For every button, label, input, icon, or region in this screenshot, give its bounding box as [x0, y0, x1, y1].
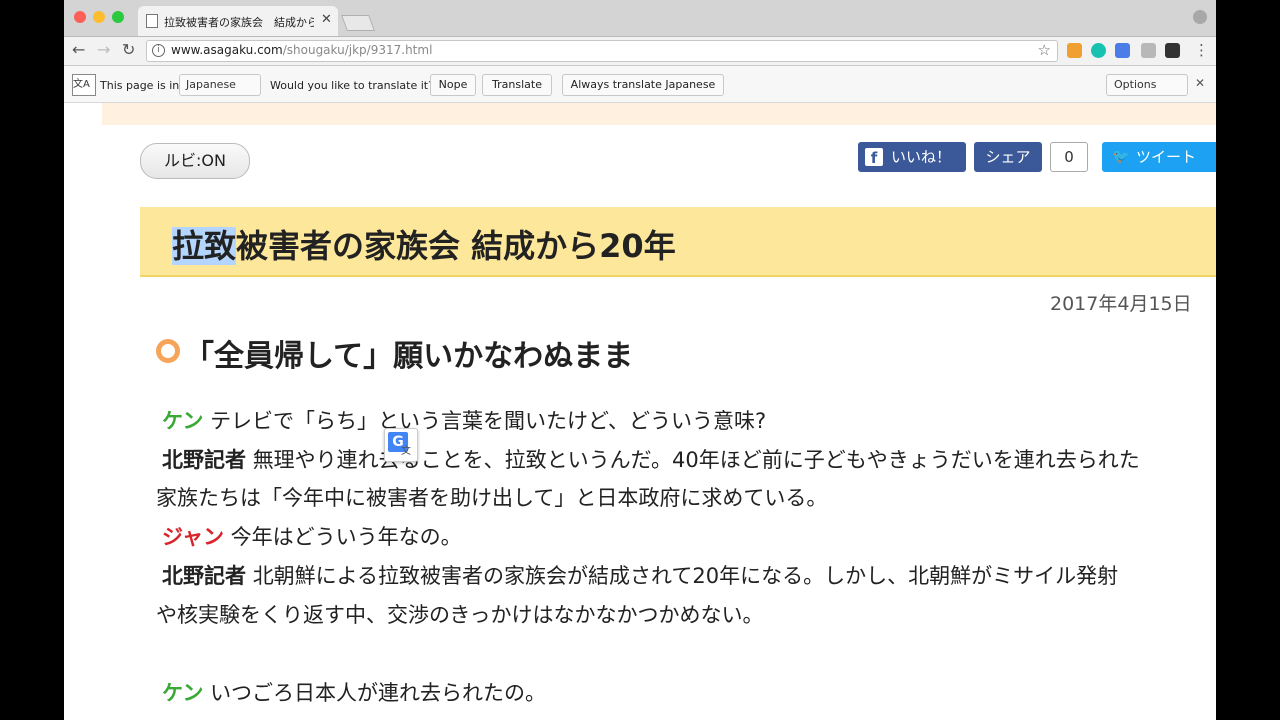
article-title: 拉致被害者の家族会 結成から20年: [172, 221, 676, 267]
dialogue-text: テレビで「らち」という言葉を聞いたけど、どういう意味?: [210, 409, 767, 433]
title-rest: 被害者の家族会 結成から20年: [236, 227, 676, 265]
dialogue-text: 家族たちは「今年中に被害者を助け出して」と日本政府に求めている。: [156, 486, 828, 510]
speaker-name: 北野記者: [162, 448, 246, 472]
translate-icon: 文A: [72, 74, 96, 96]
dialogue-text: 北朝鮮による拉致被害者の家族会が結成されて20年になる。しかし、北朝鮮がミサイル…: [252, 564, 1119, 588]
facebook-like-button[interactable]: f いいね！: [858, 142, 966, 172]
facebook-icon: f: [865, 148, 883, 167]
translate-prefix: This page is in: [100, 79, 180, 92]
close-tab-icon[interactable]: ✕: [321, 12, 332, 27]
twitter-bird-icon: 🐦: [1112, 149, 1130, 165]
speaker-name: ジャン: [162, 525, 224, 549]
reload-button[interactable]: ↻: [122, 40, 135, 59]
translate-a-icon: 文: [401, 446, 411, 457]
window-close-button[interactable]: [74, 11, 86, 23]
profile-icon[interactable]: [1193, 10, 1207, 24]
back-button[interactable]: ←: [72, 40, 85, 59]
tab-title: 拉致被害者の家族会 結成から20年: [164, 16, 314, 29]
translate-button[interactable]: Translate: [482, 74, 552, 96]
info-icon[interactable]: i: [152, 44, 165, 57]
header-strip: [102, 103, 1216, 125]
dialogue-text: いつごろ日本人が連れ去られたの。: [210, 681, 547, 705]
dialogue-line: ケン テレビで「らち」という言葉を聞いたけど、どういう意味?: [162, 405, 766, 435]
options-select[interactable]: Options: [1106, 74, 1188, 96]
article-title-band: 拉致被害者の家族会 結成から20年: [140, 207, 1216, 277]
translate-question: Would you like to translate it?: [270, 79, 434, 92]
browser-window: 拉致被害者の家族会 結成から20年 ✕ ← → ↻ i www.asagaku.…: [64, 0, 1216, 720]
bookmark-star-icon[interactable]: ☆: [1038, 41, 1051, 59]
dialogue-line: 北野記者 北朝鮮による拉致被害者の家族会が結成されて20年になる。しかし、北朝鮮…: [162, 560, 1118, 590]
dialogue-line: や核実験をくり返す中、交渉のきっかけはなかなかつかめない。: [156, 599, 764, 629]
forward-button[interactable]: →: [97, 40, 110, 59]
page-content: ルビ:ON f いいね！ シェア 0 🐦 ツイート 拉致被害者の家族会 結成から…: [64, 103, 1216, 720]
language-select[interactable]: Japanese: [179, 74, 261, 96]
layers-extension-icon[interactable]: [1165, 43, 1180, 58]
browser-menu-icon[interactable]: ⋮: [1194, 41, 1209, 59]
tweet-label: ツイート: [1136, 148, 1197, 166]
browser-tab[interactable]: 拉致被害者の家族会 結成から20年 ✕: [138, 6, 338, 36]
speaker-name: ケン: [162, 409, 204, 433]
facebook-like-label: いいね！: [891, 148, 952, 166]
speaker-name: ケン: [162, 681, 204, 705]
speaker-name: 北野記者: [162, 564, 246, 588]
address-bar[interactable]: i www.asagaku.com/shougaku/jkp/9317.html…: [146, 40, 1058, 62]
page-icon: [146, 14, 158, 28]
google-translate-popup-icon[interactable]: G 文: [384, 428, 418, 462]
tab-strip: 拉致被害者の家族会 結成から20年 ✕: [64, 0, 1216, 37]
language-value: Japanese: [186, 78, 236, 91]
dialogue-line: 北野記者 無理やり連れ去ることを、拉致というんだ。40年ほど前に子どもやきょうだ…: [162, 444, 1140, 474]
dialogue-line: ケン いつごろ日本人が連れ去られたの。: [162, 677, 546, 707]
url-path: /shougaku/jkp/9317.html: [282, 43, 433, 57]
article-date: 2017年4月15日: [1050, 293, 1192, 315]
always-translate-button[interactable]: Always translate Japanese: [562, 74, 724, 96]
translate-bar: 文A This page is in Japanese Would you li…: [64, 66, 1216, 103]
url-host: www.asagaku.com: [171, 43, 283, 57]
browser-toolbar: ← → ↻ i www.asagaku.com/shougaku/jkp/931…: [64, 37, 1216, 66]
share-button[interactable]: シェア: [974, 142, 1042, 172]
tweet-button[interactable]: 🐦 ツイート: [1102, 142, 1216, 172]
dialogue-line: 家族たちは「今年中に被害者を助け出して」と日本政府に求めている。: [156, 482, 827, 512]
nope-button[interactable]: Nope: [430, 74, 476, 96]
section-bullet-icon: [156, 339, 180, 363]
translate-extension-icon[interactable]: [1115, 43, 1130, 58]
dialogue-text: 今年はどういう年なの。: [230, 525, 462, 549]
extension-icon[interactable]: [1091, 43, 1106, 58]
window-minimize-button[interactable]: [93, 11, 105, 23]
extension-icon[interactable]: [1067, 43, 1082, 58]
new-tab-button[interactable]: [341, 15, 375, 31]
dialogue-line: ジャン 今年はどういう年なの。: [162, 521, 462, 551]
extension-icon[interactable]: [1141, 43, 1156, 58]
section-heading: 「全員帰して」願いかなわぬまま: [184, 339, 634, 374]
share-count: 0: [1050, 142, 1088, 172]
dialogue-text: や核実験をくり返す中、交渉のきっかけはなかなかつかめない。: [156, 603, 764, 627]
ruby-toggle-button[interactable]: ルビ:ON: [140, 143, 250, 179]
options-label: Options: [1114, 78, 1157, 91]
url-text: www.asagaku.com/shougaku/jkp/9317.html: [171, 43, 432, 57]
title-selected-text[interactable]: 拉致: [172, 227, 237, 265]
window-maximize-button[interactable]: [112, 11, 124, 23]
close-translate-bar-icon[interactable]: ✕: [1195, 76, 1205, 90]
